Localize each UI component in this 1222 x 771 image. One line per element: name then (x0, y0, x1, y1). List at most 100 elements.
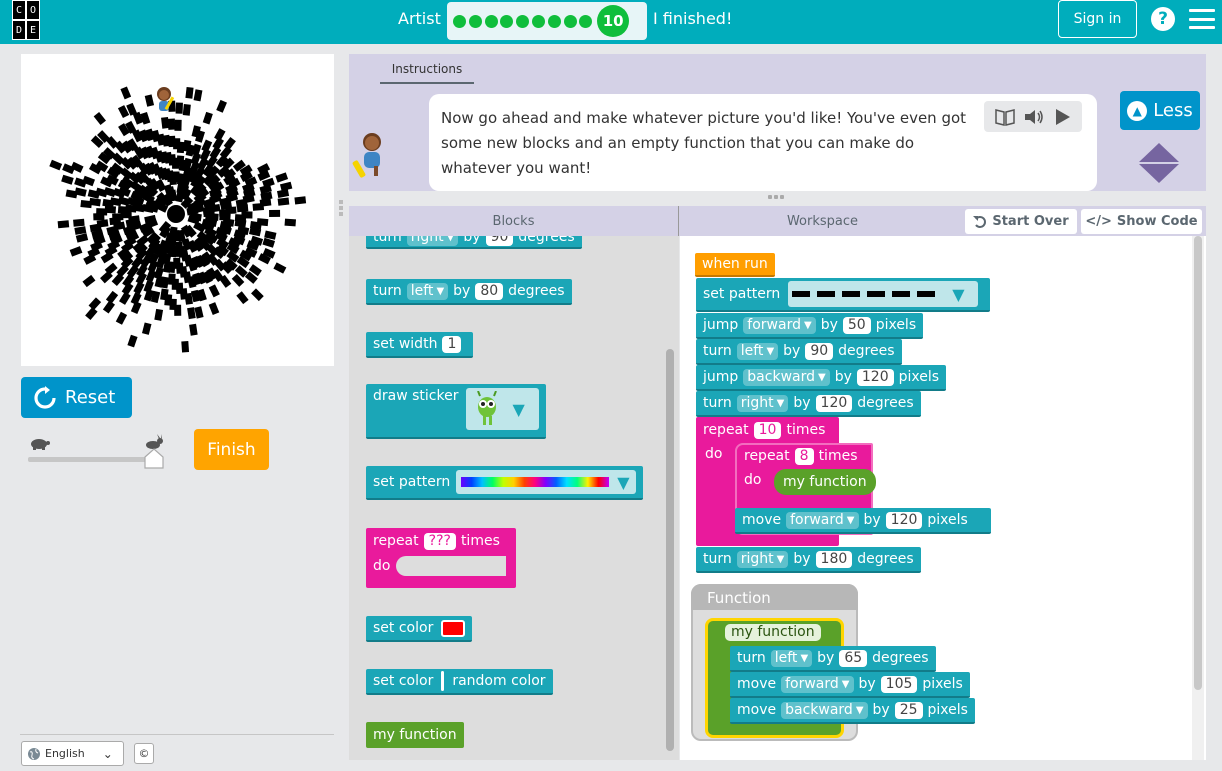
level-dot[interactable] (563, 14, 577, 28)
finished-link[interactable]: I finished! (653, 9, 732, 28)
speed-track[interactable] (28, 457, 154, 462)
turn-right-180-block[interactable]: turn right ▼ by 180 degrees (696, 547, 921, 573)
toolbox-turn-left-block[interactable]: turn left ▼ by 80 degrees (366, 279, 572, 305)
speed-handle[interactable] (143, 447, 165, 469)
hamburger-menu-icon[interactable] (1189, 9, 1215, 29)
toolbox-scrollbar[interactable] (666, 349, 674, 751)
start-over-button[interactable]: Start Over (965, 209, 1077, 234)
artwork-drawing (49, 86, 307, 353)
finish-button[interactable]: Finish (194, 429, 269, 470)
reset-button[interactable]: Reset (21, 377, 132, 418)
art-stroke (257, 170, 271, 182)
sign-in-button[interactable]: Sign in (1058, 0, 1137, 38)
art-stroke (208, 302, 220, 315)
workspace-scrollbar[interactable] (1194, 236, 1202, 690)
art-stroke (193, 89, 203, 102)
art-stroke (155, 256, 166, 269)
art-stroke (154, 178, 167, 192)
toolbox-set-width-block[interactable]: set width 1 (366, 332, 474, 358)
undo-icon (973, 215, 987, 228)
art-stroke (234, 265, 248, 278)
when-run-block[interactable]: when run (695, 253, 775, 277)
art-stroke (273, 262, 287, 274)
level-dot[interactable] (547, 14, 561, 28)
tab-instructions[interactable]: Instructions (380, 60, 474, 84)
set-pattern-block[interactable]: set pattern ▼ (696, 278, 990, 312)
art-stroke (219, 213, 231, 221)
level-dot[interactable] (579, 14, 593, 28)
jump-forward-block[interactable]: jump forward ▼ by 50 pixels (696, 313, 924, 339)
level-dot[interactable] (516, 14, 530, 28)
art-stroke (257, 253, 271, 265)
repeat-8-header: repeat 8 times (744, 447, 858, 465)
art-stroke (250, 235, 264, 246)
code-org-logo[interactable]: C O D E (12, 0, 54, 40)
art-stroke (113, 221, 126, 231)
art-stroke (223, 136, 236, 150)
art-stroke (180, 224, 193, 238)
my-function-call-block[interactable]: my function (774, 469, 876, 495)
art-stroke (216, 99, 227, 113)
logo-letter-o: O (26, 0, 40, 20)
move-forward-block[interactable]: move forward ▼ by 120 pixels (735, 508, 991, 534)
volume-icon[interactable] (1023, 107, 1045, 127)
art-stroke (234, 218, 247, 228)
art-stroke (190, 289, 201, 303)
art-stroke (75, 233, 89, 243)
art-stroke (181, 238, 192, 251)
copyright-button[interactable]: © (134, 743, 154, 764)
toolbox-repeat-block[interactable]: repeat??? times do (366, 528, 516, 588)
turn-right-block[interactable]: turn right ▼ by 120 degrees (696, 391, 921, 417)
art-stroke (143, 280, 154, 293)
help-icon[interactable]: ? (1151, 7, 1175, 31)
toolbox-set-color-block[interactable]: set color (366, 616, 473, 642)
art-stroke (105, 290, 119, 304)
play-icon[interactable] (1052, 107, 1072, 127)
toolbox-set-pattern-block[interactable]: set pattern ▼ (366, 466, 644, 500)
resize-grip-icon[interactable] (768, 195, 788, 201)
less-button[interactable]: ▲ Less (1120, 91, 1200, 130)
turn-left-block[interactable]: turn left ▼ by 90 degrees (696, 339, 902, 365)
jump-backward-block[interactable]: jump backward ▼ by 120 pixels (696, 365, 947, 391)
func-move-backward-block[interactable]: move backward ▼ by 25 pixels (730, 698, 975, 724)
art-stroke (164, 294, 173, 306)
speed-slider[interactable] (28, 433, 164, 473)
art-stroke (260, 191, 273, 201)
level-dot[interactable] (453, 14, 466, 28)
func-move-forward-block[interactable]: move forward ▼ by 105 pixels (730, 672, 970, 698)
art-stroke (164, 232, 175, 245)
drawing-canvas (21, 54, 334, 366)
current-level-badge[interactable]: 10 (597, 5, 630, 37)
art-stroke (275, 172, 289, 183)
art-stroke (234, 214, 247, 222)
repeat-8-do-label: do (744, 472, 762, 488)
pattern-picker[interactable]: ▼ (456, 470, 637, 494)
toolbox-random-color-block[interactable]: set color random color (366, 669, 553, 695)
art-stroke (239, 170, 253, 182)
function-name-field[interactable]: my function (725, 624, 821, 641)
level-dot[interactable] (484, 14, 498, 28)
chevron-down-icon: ▼ (512, 399, 525, 419)
show-code-button[interactable]: </> Show Code (1081, 209, 1202, 234)
level-dot[interactable] (468, 14, 482, 28)
art-stroke (284, 218, 297, 227)
art-stroke (220, 201, 233, 210)
pattern-picker[interactable]: ▼ (788, 281, 979, 307)
art-stroke (140, 111, 151, 125)
level-dot[interactable] (500, 14, 514, 28)
func-turn-left-block[interactable]: turn left ▼ by 65 degrees (730, 646, 936, 672)
language-select[interactable]: English ⌄ (21, 741, 124, 766)
sticker-picker[interactable]: ▼ (466, 388, 540, 430)
art-stroke (83, 253, 97, 265)
color-swatch[interactable] (441, 619, 466, 637)
level-dot[interactable] (531, 14, 545, 28)
globe-icon (28, 747, 40, 760)
toolbox-my-function-block[interactable]: my function (366, 722, 464, 748)
resize-arrows-icon[interactable] (1139, 143, 1179, 183)
toolbox-turn-right-block[interactable]: turn right ▼ by 90 degrees (366, 236, 582, 249)
read-aloud-book-icon[interactable] (994, 107, 1016, 127)
toolbox-draw-sticker-block[interactable]: draw sticker ▼ (366, 384, 547, 439)
panel-resize-grip-icon[interactable] (339, 200, 344, 220)
art-stroke (222, 218, 235, 227)
art-stroke (168, 273, 176, 285)
